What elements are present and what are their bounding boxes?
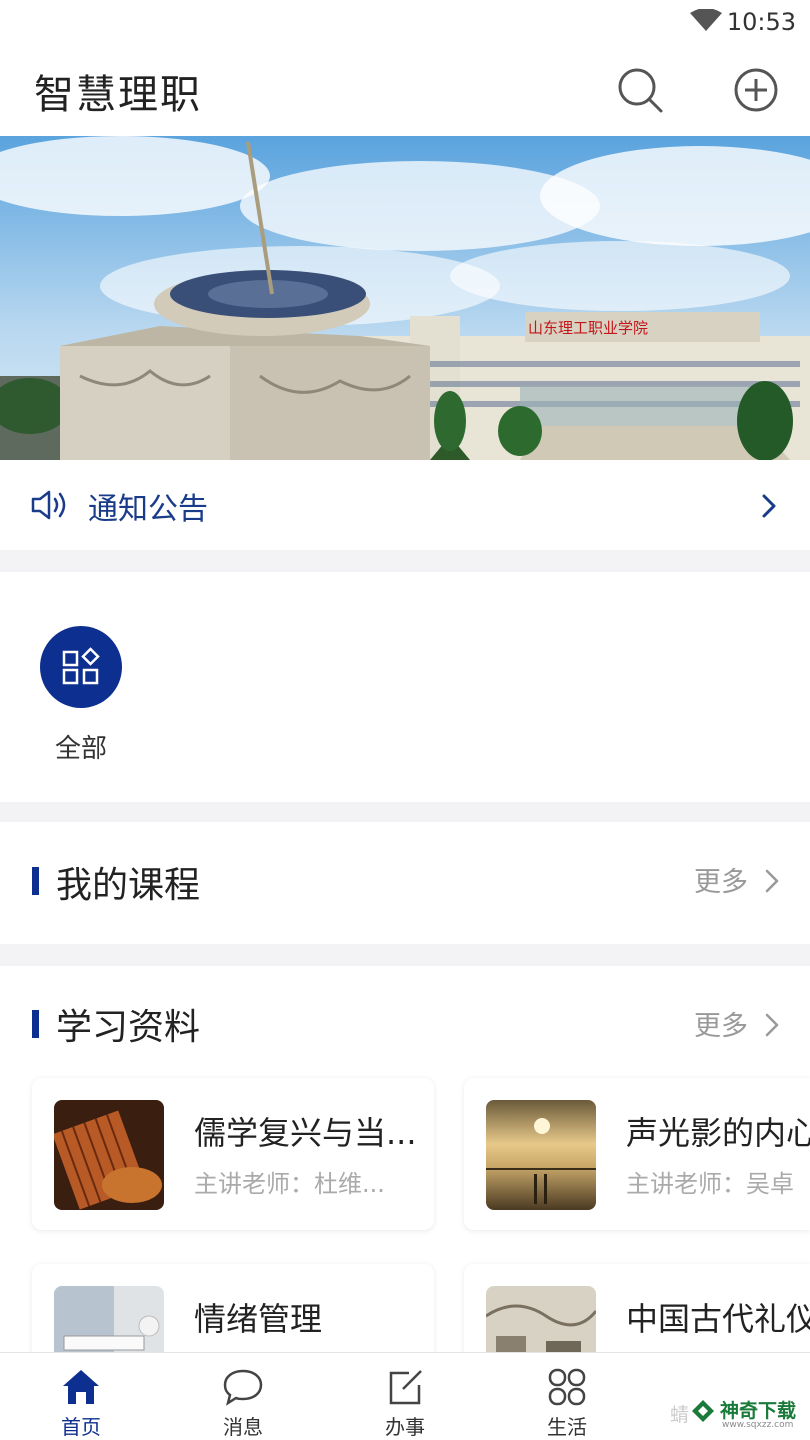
material-title: 中国古代礼仪 bbox=[626, 1300, 810, 1338]
wifi-icon bbox=[690, 9, 722, 31]
watermark-brand: 神奇下载 bbox=[720, 1400, 797, 1422]
material-title: 儒学复兴与当... bbox=[194, 1114, 417, 1152]
app-header: 智慧理职 bbox=[0, 42, 810, 136]
home-icon bbox=[63, 1370, 99, 1404]
material-teacher: 主讲老师：杜维... bbox=[194, 1170, 385, 1198]
notice-label: 通知公告 bbox=[88, 492, 208, 527]
add-icon[interactable] bbox=[734, 68, 778, 112]
chevron-right-icon[interactable] bbox=[764, 868, 780, 894]
chevron-right-icon bbox=[762, 494, 776, 518]
status-bar: 10:53 bbox=[0, 0, 810, 42]
my-courses-section: 我的课程 更多 bbox=[0, 822, 810, 944]
tab-affairs[interactable]: 办事 bbox=[324, 1353, 486, 1440]
notice-row[interactable]: 通知公告 bbox=[0, 460, 810, 550]
section-title: 学习资料 bbox=[56, 1007, 201, 1048]
tab-home[interactable]: 首页 bbox=[0, 1353, 162, 1440]
chevron-right-icon[interactable] bbox=[764, 1012, 780, 1038]
section-title: 我的课程 bbox=[56, 865, 201, 906]
tab-life[interactable]: 生活 bbox=[486, 1353, 648, 1440]
section-accent-bar bbox=[32, 1010, 39, 1038]
watermark: 蜻 神奇下载 www.sqxzz.com bbox=[664, 1392, 804, 1432]
apps-icon bbox=[548, 1368, 586, 1406]
banner-carousel[interactable]: 山东理工职业学院 bbox=[0, 136, 810, 460]
section-accent-bar bbox=[32, 867, 39, 895]
search-icon[interactable] bbox=[616, 66, 664, 114]
banner-image: 山东理工职业学院 bbox=[0, 136, 810, 460]
material-card[interactable]: 声光影的内心 主讲老师：吴卓 bbox=[464, 1078, 810, 1230]
material-title: 声光影的内心 bbox=[626, 1114, 810, 1152]
watermark-site: www.sqxzz.com bbox=[722, 1420, 794, 1430]
status-time: 10:53 bbox=[726, 8, 796, 36]
watermark-logo-icon bbox=[692, 1400, 714, 1422]
app-title: 智慧理职 bbox=[34, 72, 202, 118]
tab-label: 生活 bbox=[547, 1415, 587, 1439]
material-thumbnail bbox=[486, 1100, 596, 1210]
tab-label: 首页 bbox=[61, 1415, 101, 1439]
material-thumbnail bbox=[54, 1100, 164, 1210]
chat-bubble-icon bbox=[223, 1369, 263, 1406]
banner-sign-text: 山东理工职业学院 bbox=[528, 319, 648, 337]
tab-label: 办事 bbox=[385, 1415, 425, 1439]
app-all-label: 全部 bbox=[55, 734, 108, 764]
tab-messages[interactable]: 消息 bbox=[162, 1353, 324, 1440]
apps-grid: 全部 bbox=[0, 572, 810, 802]
grid-icon bbox=[62, 647, 100, 685]
tab-label: 消息 bbox=[223, 1415, 263, 1439]
material-teacher: 主讲老师：吴卓 bbox=[626, 1170, 794, 1198]
edit-icon bbox=[389, 1370, 422, 1405]
speaker-icon bbox=[31, 490, 66, 520]
materials-section: 学习资料 更多 儒学复兴与当... 主讲老师：杜维... 声光影的内心 主讲老师… bbox=[0, 966, 810, 1416]
courses-more-link[interactable]: 更多 bbox=[694, 860, 748, 899]
material-title: 情绪管理 bbox=[194, 1300, 323, 1338]
materials-more-link[interactable]: 更多 bbox=[694, 1004, 748, 1043]
watermark-faded-text: 蜻 bbox=[670, 1404, 690, 1426]
app-all-button[interactable] bbox=[40, 626, 122, 708]
material-card[interactable]: 儒学复兴与当... 主讲老师：杜维... bbox=[32, 1078, 434, 1230]
